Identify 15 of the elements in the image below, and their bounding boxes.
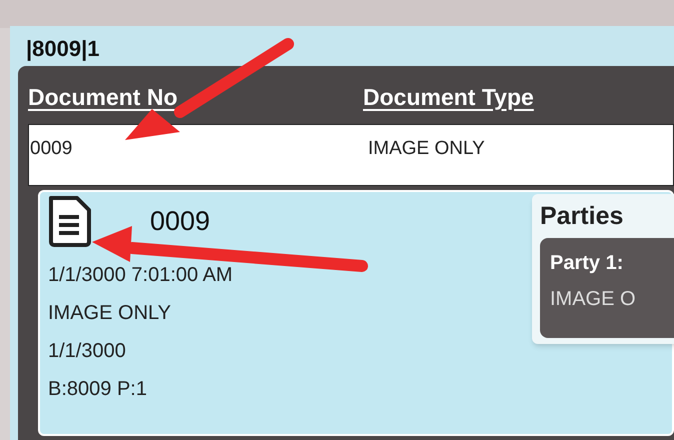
card-detail-text: IMAGE ONLY [48,301,171,326]
table-cell: 0009 [30,138,72,159]
parties-title: Parties [540,201,624,232]
party-label: Party 1: [550,251,624,276]
party-value: IMAGE O [550,287,637,312]
record-title: |8009|1 [25,35,100,63]
table-row[interactable]: 0009 IMAGE ONLY [28,124,674,186]
card-detail-text: 1/1/3000 7:01:00 AM [48,263,233,288]
card-title: 0009 [150,204,210,238]
card-detail-text: B:8009 P:1 [48,377,147,402]
card-detail-text: 1/1/3000 [48,339,126,364]
column-header[interactable]: Document Type [363,84,534,110]
column-header[interactable]: Document No [28,84,178,110]
table-cell: IMAGE ONLY [368,138,485,159]
document-icon [46,195,94,247]
